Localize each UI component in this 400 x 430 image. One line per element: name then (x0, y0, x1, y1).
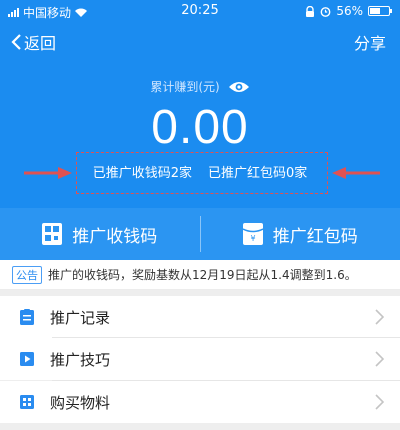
promote-red-packet-code-button[interactable]: ¥ 推广红包码 (201, 208, 400, 260)
earned-label: 累计赚到(元) (150, 80, 220, 94)
red-packet-code-count: 已推广红包码0家 (208, 166, 308, 181)
promote-red-packet-code-label: 推广红包码 (272, 226, 358, 247)
play-icon (20, 352, 34, 366)
svg-text:¥: ¥ (250, 234, 255, 243)
share-button[interactable]: 分享 (354, 30, 386, 54)
record-icon (20, 309, 34, 325)
eye-icon[interactable] (228, 80, 250, 94)
chevron-right-icon (375, 309, 384, 325)
menu-item-promotion-tips[interactable]: 推广技巧 (0, 338, 400, 380)
back-button[interactable]: 返回 (10, 30, 56, 54)
promote-collection-code-label: 推广收钱码 (72, 226, 158, 247)
lock-icon (306, 5, 315, 17)
menu-item-label: 购买物料 (50, 393, 111, 412)
announcement-text: 推广的收钱码，奖励基数从12月19日起从1.4调整到1.6。 (48, 268, 357, 282)
chevron-left-icon (11, 34, 21, 50)
menu-item-buy-materials[interactable]: 购买物料 (0, 381, 400, 423)
qr-code-icon (42, 223, 63, 245)
red-packet-icon: ¥ (242, 223, 263, 245)
earned-label-row: 累计赚到(元) (0, 78, 400, 95)
announcement-bar[interactable]: 公告 推广的收钱码，奖励基数从12月19日起从1.4调整到1.6。 (0, 260, 400, 290)
status-bar: 中国移动 20:25 56% (0, 0, 400, 22)
annotation-arrow-right (24, 167, 72, 179)
annotation-arrow-left (332, 167, 380, 179)
materials-icon (20, 395, 34, 409)
collection-code-count: 已推广收钱码2家 (92, 166, 192, 181)
menu-item-promotion-records[interactable]: 推广记录 (0, 296, 400, 338)
action-bar: 推广收钱码 ¥ 推广红包码 (0, 208, 400, 260)
chevron-right-icon (375, 351, 384, 367)
back-label: 返回 (24, 34, 57, 53)
nav-bar: 返回 分享 (0, 28, 400, 58)
alarm-icon (320, 6, 331, 17)
earned-amount: 0.00 (151, 101, 249, 154)
announcement-tag: 公告 (12, 265, 42, 284)
battery-percent: 56% (336, 4, 363, 18)
promote-collection-code-button[interactable]: 推广收钱码 (0, 208, 200, 260)
battery-icon (368, 6, 392, 16)
chevron-right-icon (375, 394, 384, 410)
menu-item-label: 推广记录 (50, 308, 111, 327)
menu-item-label: 推广技巧 (50, 350, 111, 369)
